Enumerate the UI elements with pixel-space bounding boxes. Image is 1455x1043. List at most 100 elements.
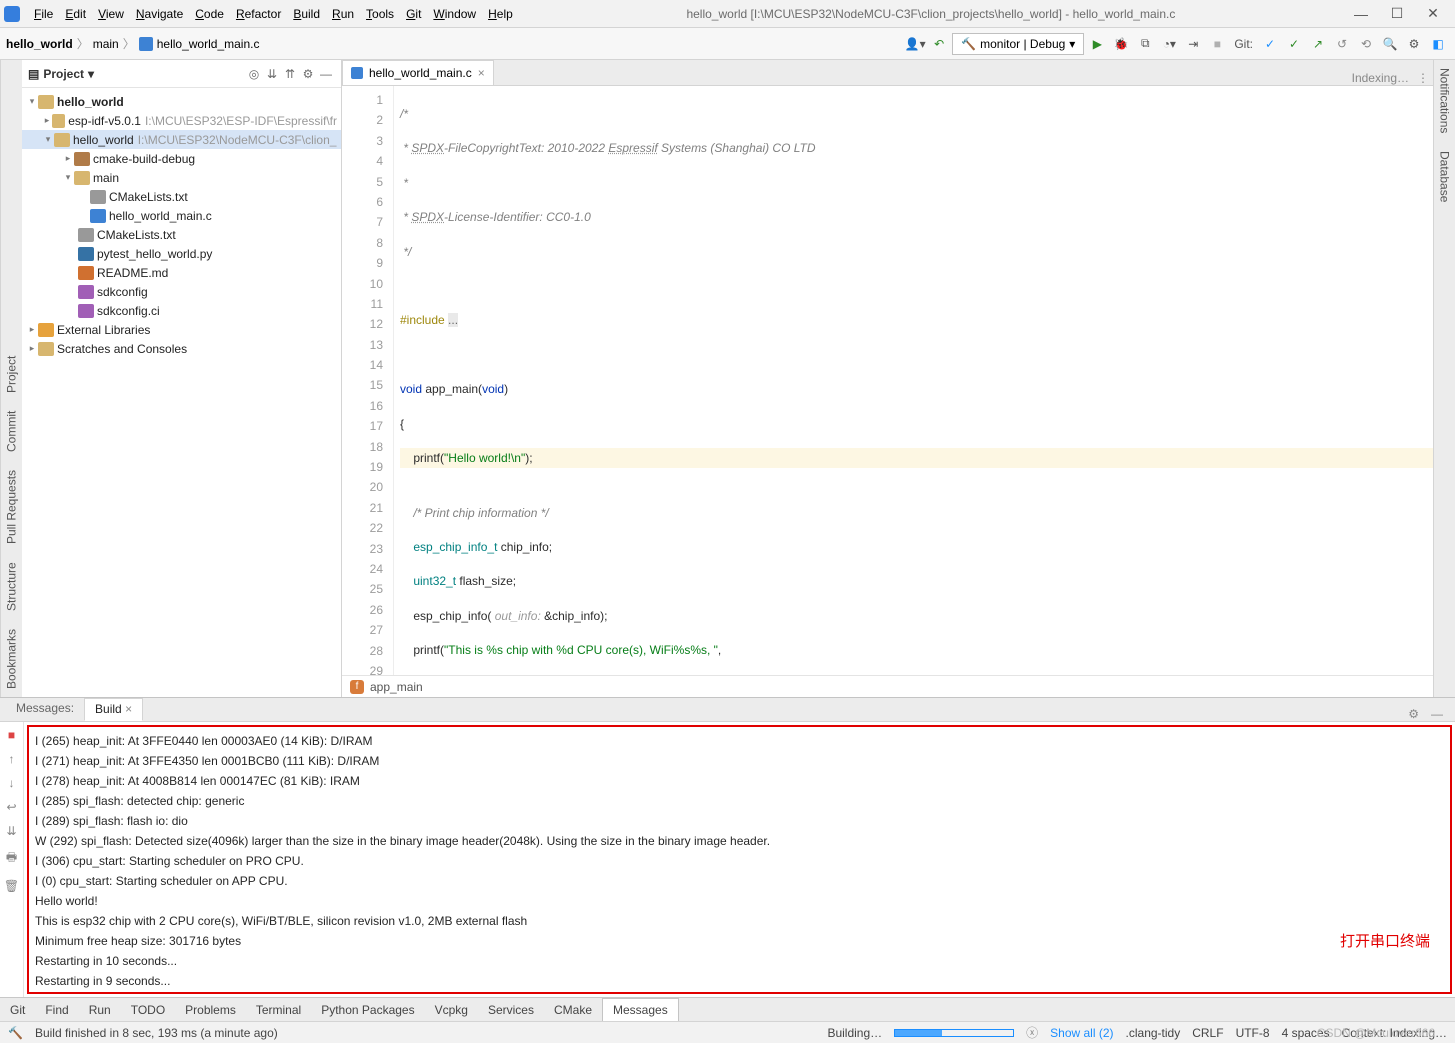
tree-item[interactable]: pytest_hello_world.py [97, 247, 212, 261]
settings-icon[interactable]: ⚙ [1403, 33, 1425, 55]
down-arrow-icon[interactable]: ↓ [9, 776, 15, 790]
left-tab-commit[interactable]: Commit [3, 407, 21, 456]
panel-hide-icon[interactable]: — [1425, 707, 1449, 721]
menu-refactor[interactable]: Refactor [230, 5, 287, 23]
search-icon[interactable]: 🔍 [1379, 33, 1401, 55]
git-rollback-icon[interactable]: ⟲ [1355, 33, 1377, 55]
menu-build[interactable]: Build [287, 5, 326, 23]
menu-navigate[interactable]: Navigate [130, 5, 189, 23]
menu-help[interactable]: Help [482, 5, 519, 23]
tree-item[interactable]: CMakeLists.txt [109, 190, 188, 204]
editor-menu-icon[interactable]: ⋮ [1417, 71, 1433, 85]
console-line: This is esp32 chip with 2 CPU core(s), W… [35, 911, 1444, 931]
left-tab-pull-requests[interactable]: Pull Requests [3, 466, 21, 548]
status-encoding[interactable]: UTF-8 [1236, 1026, 1270, 1040]
panel-settings-icon[interactable]: ⚙ [1402, 707, 1425, 721]
right-tab-notifications[interactable]: Notifications [1436, 64, 1454, 137]
messages-tab-label[interactable]: Messages: [6, 698, 84, 721]
close-tab-icon[interactable]: × [478, 66, 485, 80]
stop-button[interactable]: ■ [1206, 33, 1228, 55]
tree-item[interactable]: cmake-build-debug [93, 152, 195, 166]
tool-tab-cmake[interactable]: CMake [544, 998, 602, 1021]
settings-tree-icon[interactable]: ⚙ [299, 67, 317, 81]
tool-tab-git[interactable]: Git [0, 998, 35, 1021]
close-button[interactable]: ✕ [1415, 5, 1451, 22]
project-tree[interactable]: ▾hello_world ▸esp-idf-v5.0.1I:\MCU\ESP32… [22, 88, 341, 697]
debug-button[interactable]: 🐞 [1110, 33, 1132, 55]
tree-item[interactable]: CMakeLists.txt [97, 228, 176, 242]
stop-console-icon[interactable]: ■ [8, 728, 15, 742]
maximize-button[interactable]: ☐ [1379, 5, 1415, 22]
scroll-end-icon[interactable]: ⇊ [6, 824, 16, 838]
status-show-all[interactable]: Show all (2) [1050, 1026, 1113, 1040]
run-button[interactable]: ▶ [1086, 33, 1108, 55]
right-tab-database[interactable]: Database [1436, 147, 1454, 206]
console-line: Minimum free heap size: 301716 bytes [35, 931, 1444, 951]
tree-item[interactable]: hello_world_main.c [109, 209, 212, 223]
tree-item[interactable]: esp-idf-v5.0.1 [68, 114, 141, 128]
tool-tab-problems[interactable]: Problems [175, 998, 246, 1021]
minimize-button[interactable]: — [1343, 6, 1379, 22]
menu-tools[interactable]: Tools [360, 5, 400, 23]
git-push-icon[interactable]: ↗ [1307, 33, 1329, 55]
tool-tab-find[interactable]: Find [35, 998, 78, 1021]
crumb-folder[interactable]: main [93, 37, 119, 51]
menu-git[interactable]: Git [400, 5, 427, 23]
attach-icon[interactable]: ⇥ [1182, 33, 1204, 55]
code-editor[interactable]: 1234567891011121314151617181920212223242… [342, 86, 1433, 675]
tool-tab-run[interactable]: Run [79, 998, 121, 1021]
tool-tab-vcpkg[interactable]: Vcpkg [425, 998, 478, 1021]
ide-features-icon[interactable]: ◧ [1427, 33, 1449, 55]
select-opened-icon[interactable]: ◎ [245, 67, 263, 81]
tool-tab-messages[interactable]: Messages [602, 998, 679, 1021]
path-breadcrumb[interactable]: hello_world〉 main〉 hello_world_main.c [6, 35, 259, 52]
cancel-build-icon[interactable]: ⓧ [1026, 1024, 1038, 1041]
editor-breadcrumb[interactable]: f app_main [342, 675, 1433, 697]
tree-ext-libs[interactable]: External Libraries [57, 323, 150, 337]
menu-code[interactable]: Code [189, 5, 230, 23]
menu-view[interactable]: View [92, 5, 130, 23]
status-crlf[interactable]: CRLF [1192, 1026, 1223, 1040]
print-icon[interactable]: 🖶 [6, 848, 17, 869]
left-tab-structure[interactable]: Structure [3, 558, 21, 615]
console-output[interactable]: I (265) heap_init: At 3FFE0440 len 00003… [27, 725, 1452, 994]
trash-icon[interactable]: 🗑 [4, 879, 19, 893]
status-clang[interactable]: .clang-tidy [1126, 1026, 1181, 1040]
menu-file[interactable]: File [28, 5, 59, 23]
menu-edit[interactable]: Edit [59, 5, 92, 23]
tree-item[interactable]: main [93, 171, 119, 185]
tree-item[interactable]: sdkconfig.ci [97, 304, 160, 318]
tool-tab-services[interactable]: Services [478, 998, 544, 1021]
hide-icon[interactable]: — [317, 67, 335, 81]
left-tab-bookmarks[interactable]: Bookmarks [3, 625, 21, 693]
tree-item[interactable]: README.md [97, 266, 168, 280]
up-arrow-icon[interactable]: ↑ [9, 752, 15, 766]
editor-tab[interactable]: hello_world_main.c × [342, 60, 494, 85]
git-history-icon[interactable]: ↺ [1331, 33, 1353, 55]
tool-tab-terminal[interactable]: Terminal [246, 998, 311, 1021]
build-tab[interactable]: Build × [84, 698, 143, 721]
profile-icon[interactable]: ◔▾ [1158, 33, 1180, 55]
tree-item[interactable]: hello_world [73, 133, 134, 147]
wrap-icon[interactable]: ↩ [6, 800, 16, 814]
menu-window[interactable]: Window [427, 5, 482, 23]
run-config-dropdown[interactable]: 🔨 monitor | Debug ▾ [952, 33, 1084, 55]
tool-tab-todo[interactable]: TODO [121, 998, 175, 1021]
project-title[interactable]: ▤ Project ▾ [28, 67, 94, 81]
git-commit-icon[interactable]: ✓ [1283, 33, 1305, 55]
back-arrow-icon[interactable]: ↶ [928, 33, 950, 55]
code-body[interactable]: /* * SPDX-FileCopyrightText: 2010-2022 E… [394, 86, 1433, 675]
left-tab-project[interactable]: Project [3, 352, 21, 397]
tree-root[interactable]: hello_world [57, 95, 124, 109]
tree-scratches[interactable]: Scratches and Consoles [57, 342, 187, 356]
tool-tab-python-packages[interactable]: Python Packages [311, 998, 424, 1021]
collapse-all-icon[interactable]: ⇈ [281, 67, 299, 81]
user-icon[interactable]: 👤▾ [904, 33, 926, 55]
menu-run[interactable]: Run [326, 5, 360, 23]
expand-all-icon[interactable]: ⇊ [263, 67, 281, 81]
coverage-icon[interactable]: ⧉ [1134, 33, 1156, 55]
tree-item[interactable]: sdkconfig [97, 285, 148, 299]
git-update-icon[interactable]: ✓ [1259, 33, 1281, 55]
crumb-project[interactable]: hello_world [6, 37, 73, 51]
crumb-file[interactable]: hello_world_main.c [157, 37, 260, 51]
